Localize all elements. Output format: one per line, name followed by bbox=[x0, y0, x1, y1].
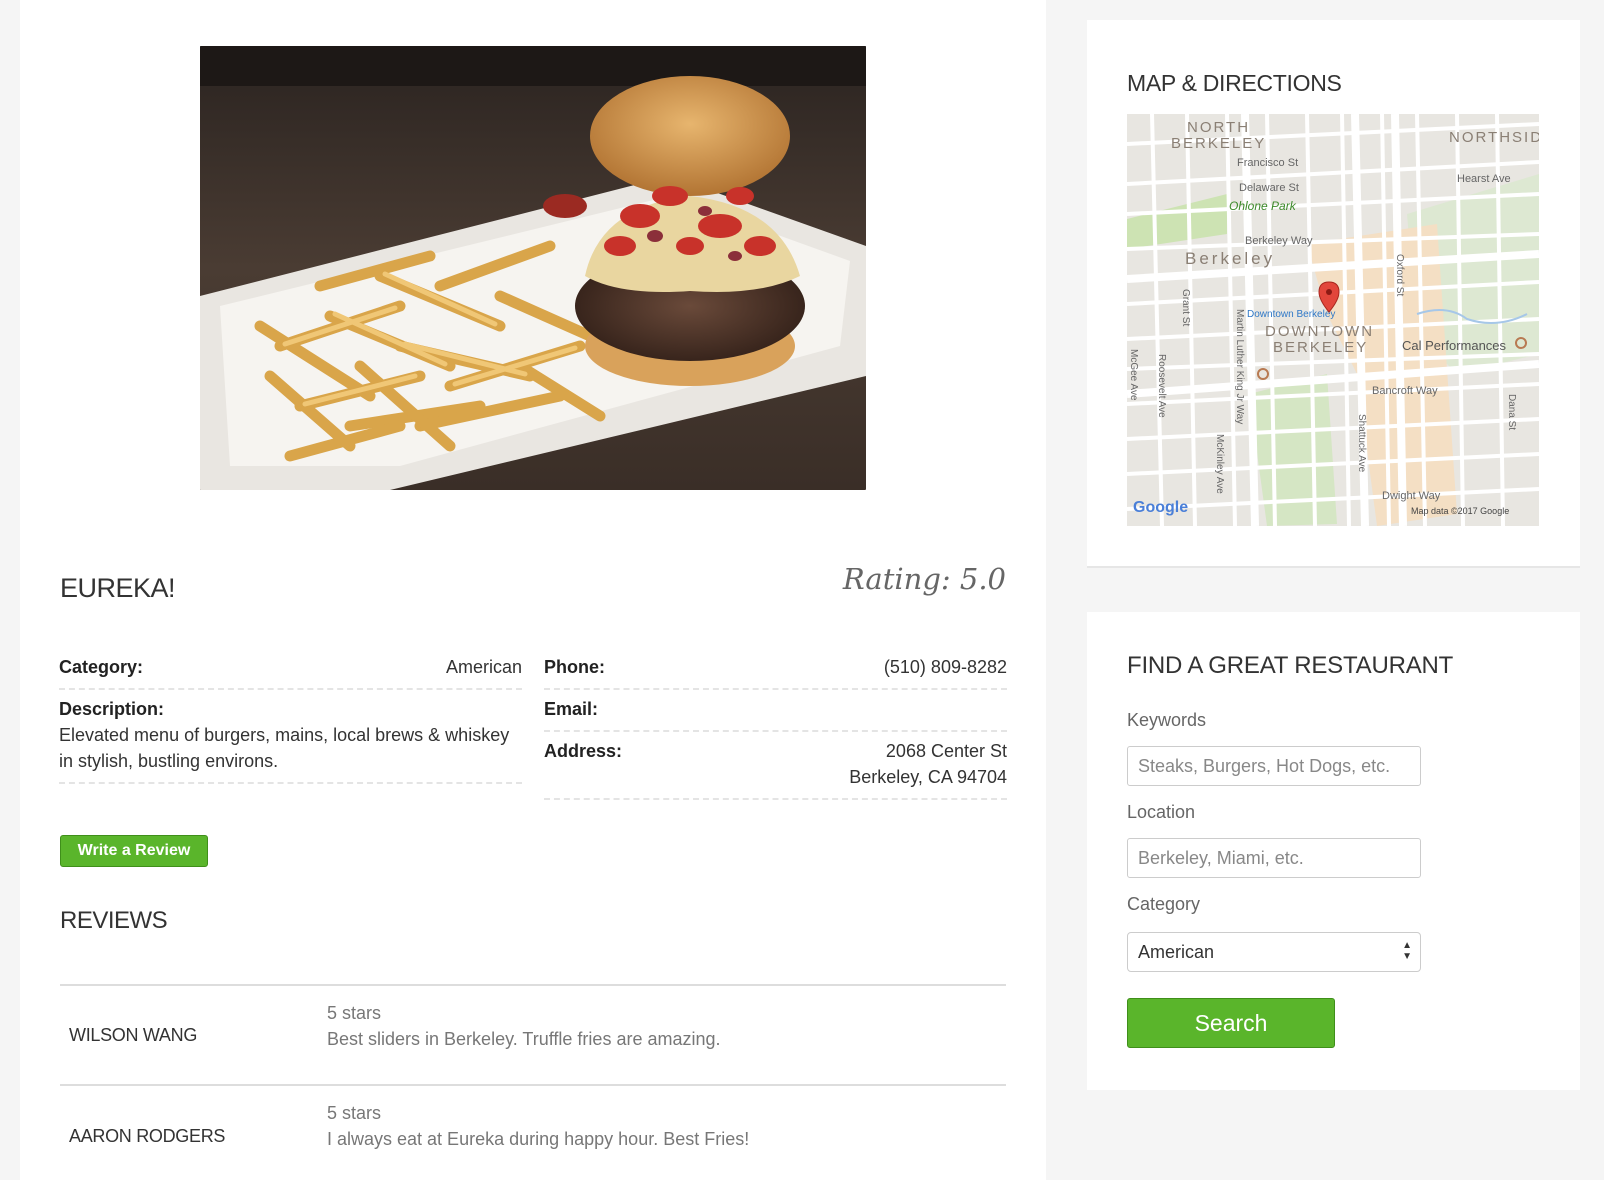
restaurant-name: EUREKA! bbox=[60, 573, 176, 603]
reviews-list: WILSON WANG 5 stars Best sliders in Berk… bbox=[60, 984, 1006, 1180]
category-value: American bbox=[445, 657, 522, 677]
review-stars: 5 stars bbox=[327, 1003, 382, 1023]
restaurant-detail-panel: EUREKA! Rating: 5.0 Category: American D… bbox=[20, 0, 1046, 1180]
map-label-cal-performances: Cal Performances bbox=[1402, 338, 1507, 353]
select-arrows-icon: ▲ ▼ bbox=[1402, 940, 1412, 962]
review-text: I always eat at Eureka during happy hour… bbox=[327, 1129, 750, 1149]
map-label-downtown: DOWNTOWN bbox=[1265, 323, 1374, 340]
review-content: 5 stars I always eat at Eureka during ha… bbox=[318, 1086, 1006, 1180]
description-value: Elevated menu of burgers, mains, local b… bbox=[59, 725, 510, 771]
address-line-1: 2068 Center St bbox=[885, 741, 1007, 761]
map-label-bancroft: Bancroft Way bbox=[1372, 385, 1438, 397]
search-button[interactable]: Search bbox=[1127, 998, 1335, 1048]
description-row: Description: Elevated menu of burgers, m… bbox=[59, 690, 522, 784]
google-logo: Google bbox=[1133, 499, 1188, 516]
location-input[interactable] bbox=[1127, 838, 1421, 878]
map-label-mckinley: McKinley Ave bbox=[1214, 434, 1225, 494]
review-item: AARON RODGERS 5 stars I always eat at Eu… bbox=[60, 1086, 1006, 1180]
reviewer-name: WILSON WANG bbox=[69, 1024, 198, 1045]
map-label-mlk: Martin Luther King Jr Way bbox=[1234, 309, 1245, 424]
write-review-button[interactable]: Write a Review bbox=[60, 835, 208, 867]
map-label-francisco: Francisco St bbox=[1237, 157, 1298, 169]
map-label-mcgee: McGee Ave bbox=[1128, 349, 1139, 401]
reviews-heading: REVIEWS bbox=[60, 907, 168, 934]
map-title: MAP & DIRECTIONS bbox=[1127, 70, 1342, 96]
map-label-downtown-station: Downtown Berkeley bbox=[1247, 309, 1335, 320]
map-label-dwight: Dwight Way bbox=[1382, 490, 1441, 502]
review-stars: 5 stars bbox=[327, 1103, 382, 1123]
info-column-right: Phone: (510) 809-8282 Email: Address: 20… bbox=[544, 648, 1007, 800]
map-label-north-2: BERKELEY bbox=[1171, 135, 1266, 152]
category-row: Category: American bbox=[59, 648, 522, 690]
address-row: Address: 2068 Center St Berkeley, CA 947… bbox=[544, 732, 1007, 800]
map-label-roosevelt: Roosevelt Ave bbox=[1156, 354, 1167, 418]
review-item: WILSON WANG 5 stars Best sliders in Berk… bbox=[60, 986, 1006, 1086]
search-title: FIND A GREAT RESTAURANT bbox=[1127, 652, 1454, 679]
map-embed[interactable]: NORTH BERKELEY NORTHSID Francisco St Del… bbox=[1127, 114, 1539, 526]
map-label-shattuck: Shattuck Ave bbox=[1356, 414, 1367, 473]
review-text: Best sliders in Berkeley. Truffle fries … bbox=[327, 1029, 721, 1049]
phone-label: Phone: bbox=[544, 657, 605, 677]
info-column-left: Category: American Description: Elevated… bbox=[59, 648, 522, 784]
address-value: 2068 Center St Berkeley, CA 94704 bbox=[849, 738, 1007, 790]
category-select[interactable]: American ▲ ▼ bbox=[1127, 932, 1421, 972]
map-label-hearst: Hearst Ave bbox=[1457, 173, 1511, 185]
reviewer-name: AARON RODGERS bbox=[69, 1125, 226, 1146]
restaurant-rating: Rating: 5.0 bbox=[842, 562, 1006, 596]
search-card: FIND A GREAT RESTAURANT Keywords Locatio… bbox=[1087, 612, 1580, 1090]
description-label: Description: bbox=[59, 699, 165, 719]
location-label: Location bbox=[1127, 802, 1196, 822]
address-label: Address: bbox=[544, 741, 623, 761]
keywords-input[interactable] bbox=[1127, 746, 1421, 786]
map-label-berkeley: Berkeley bbox=[1185, 249, 1275, 268]
category-select-value: American bbox=[1138, 942, 1215, 962]
map-data-attribution: Map data ©2017 Google bbox=[1411, 506, 1509, 516]
map-label-dana: Dana St bbox=[1506, 394, 1517, 430]
map-label-grant: Grant St bbox=[1180, 289, 1191, 326]
map-label-downtown-2: BERKELEY bbox=[1273, 339, 1368, 356]
map-label-north: NORTH bbox=[1187, 119, 1250, 136]
phone-row: Phone: (510) 809-8282 bbox=[544, 648, 1007, 690]
map-label-delaware: Delaware St bbox=[1239, 182, 1299, 194]
email-label: Email: bbox=[544, 699, 599, 719]
category-label: Category: bbox=[59, 657, 144, 677]
map-label-berkeley-way: Berkeley Way bbox=[1245, 235, 1313, 247]
restaurant-photo bbox=[200, 46, 866, 490]
map-label-ohlone: Ohlone Park bbox=[1229, 199, 1297, 213]
map-label-northside: NORTHSID bbox=[1449, 129, 1539, 146]
map-label-oxford: Oxford St bbox=[1394, 254, 1405, 296]
address-line-2: Berkeley, CA 94704 bbox=[849, 767, 1007, 787]
map-card: MAP & DIRECTIONS NORTH BERKELEY NORTHSID… bbox=[1087, 20, 1580, 568]
review-content: 5 stars Best sliders in Berkeley. Truffl… bbox=[318, 986, 1006, 1084]
keywords-label: Keywords bbox=[1127, 710, 1207, 730]
email-row: Email: bbox=[544, 690, 1007, 732]
phone-value: (510) 809-8282 bbox=[883, 657, 1007, 677]
category-select-label: Category bbox=[1127, 894, 1201, 914]
